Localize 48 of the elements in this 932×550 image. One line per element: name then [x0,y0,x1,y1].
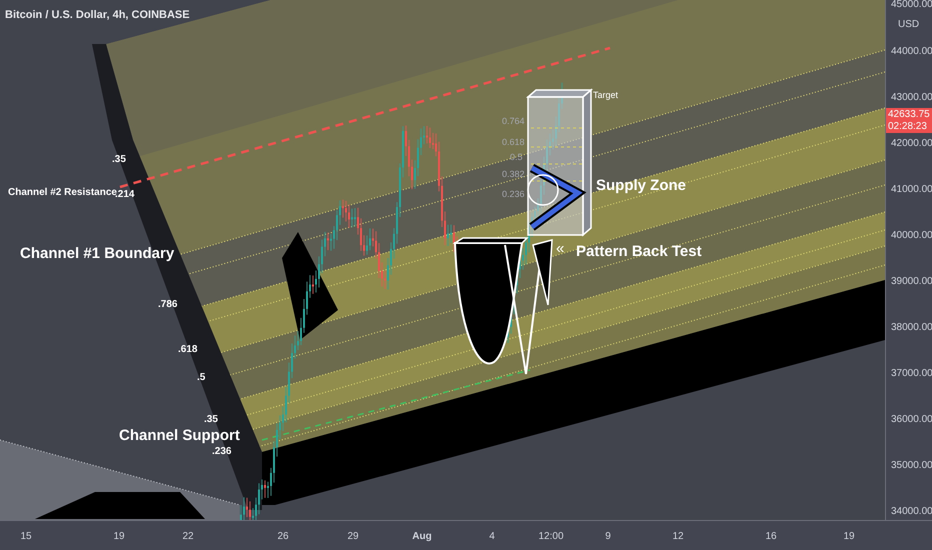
ratio-label: .786 [158,299,178,310]
time-label: 4 [489,530,495,544]
price-label: 41000.00 [891,183,932,197]
time-label: 22 [182,530,194,544]
fib-level-label: 0.764 [502,117,525,127]
price-label: 38000.00 [891,321,932,335]
price-label: 37000.00 [891,367,932,381]
chevron-icon [529,164,586,231]
price-label: 36000.00 [891,413,932,427]
ratio-label: .35 [112,154,126,165]
time-label: Aug [412,530,432,544]
target-label: Target [593,91,618,101]
fib-level-label: 0.5 [510,153,523,163]
price-label: 35000.00 [891,459,932,473]
price-label: 45000.00 [891,0,932,12]
ratio-label: .236 [212,446,232,457]
chart-title: Bitcoin / U.S. Dollar, 4h, COINBASE [5,8,190,23]
ratio-label: .5 [197,372,206,383]
annotation-label: Channel #1 Boundary [20,246,174,262]
fib-level-label: 0.618 [502,138,525,148]
annotation-label: Channel Support [119,428,240,444]
annotation-label: Pattern Back Test [576,244,702,260]
chevron-left-icon: « [556,241,564,258]
price-label: 44000.00 [891,45,932,59]
price-label: 42000.00 [891,137,932,151]
ratio-label: .35 [204,414,218,425]
ratio-label: .214 [115,189,134,200]
time-label: 12 [672,530,684,544]
time-label: 16 [765,530,777,544]
time-label: 9 [605,530,611,544]
annotation-label: Supply Zone [596,178,686,194]
currency-label: USD [898,18,920,32]
time-label: 12:00 [538,530,564,544]
fib-level-label: 0.236 [502,190,525,200]
price-label: 43000.00 [891,91,932,105]
circle-marker [527,174,559,206]
time-label: 19 [843,530,855,544]
time-label: 26 [277,530,289,544]
time-label: 15 [20,530,32,544]
annotation-label: Channel #2 Resistance [8,187,117,198]
time-label: 19 [113,530,125,544]
time-label: 29 [347,530,359,544]
price-label: 40000.00 [891,229,932,243]
price-label: 34000.00 [891,505,932,519]
fib-level-label: 0.382 [502,170,525,180]
last-price-tag: 42633.75 02:28:23 [886,108,932,133]
price-label: 39000.00 [891,275,932,289]
ratio-label: .618 [178,344,198,355]
